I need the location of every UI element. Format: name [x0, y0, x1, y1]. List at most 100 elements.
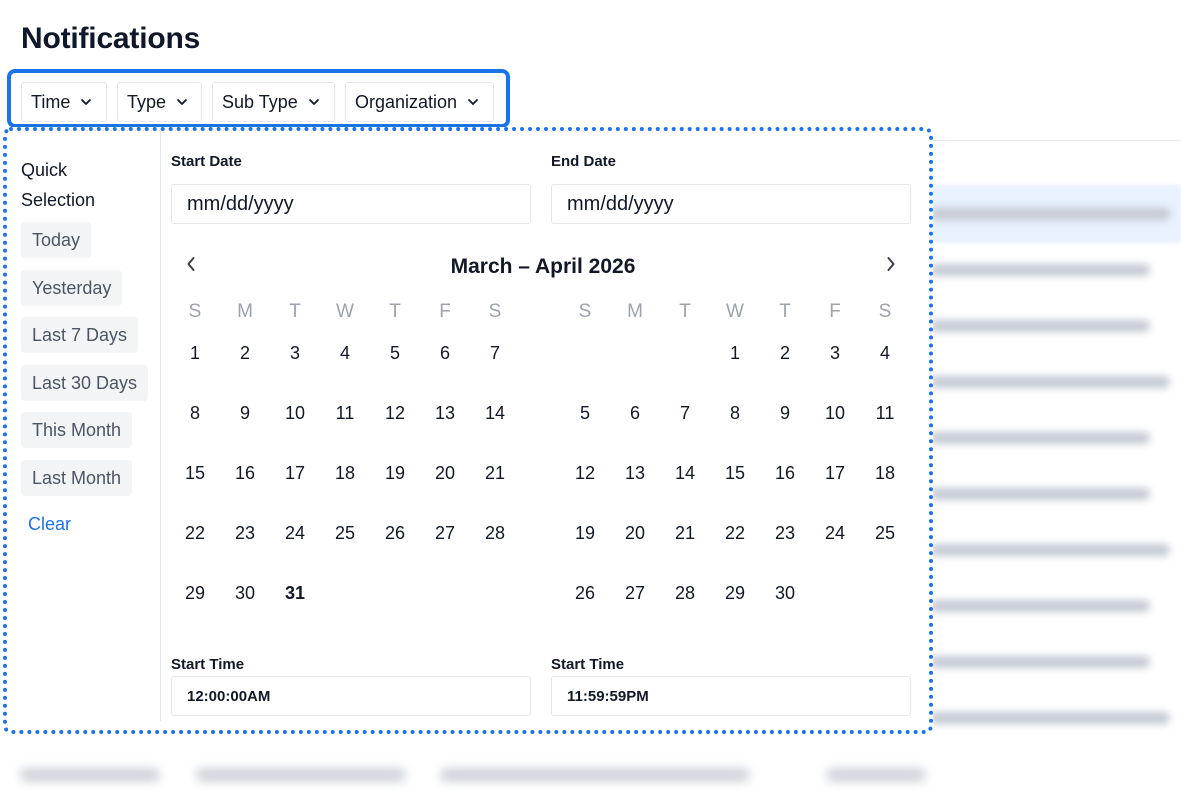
calendar-day[interactable]: 20 — [420, 463, 470, 484]
end-time-input[interactable]: 11:59:59PM — [551, 676, 911, 716]
calendar-day[interactable]: 5 — [370, 343, 420, 364]
calendar-day[interactable]: 5 — [560, 403, 610, 424]
quick-last-30-days-button[interactable]: Last 30 Days — [21, 365, 149, 401]
clear-link[interactable]: Clear — [28, 514, 71, 535]
calendar-day[interactable]: 27 — [610, 583, 660, 604]
calendar-day[interactable]: 21 — [470, 463, 520, 484]
weekday-header: T — [779, 301, 791, 322]
calendar-day[interactable]: 15 — [710, 463, 760, 484]
calendar-day[interactable]: 13 — [420, 403, 470, 424]
calendar-day[interactable]: 14 — [470, 403, 520, 424]
calendar-day[interactable]: 8 — [170, 403, 220, 424]
chevron-down-icon — [467, 98, 479, 106]
calendar-day[interactable]: 22 — [710, 523, 760, 544]
filter-type-button[interactable]: Type — [117, 82, 202, 122]
calendar-day[interactable]: 9 — [760, 403, 810, 424]
calendar-day[interactable]: 23 — [220, 523, 270, 544]
filter-time-label: Time — [31, 91, 71, 112]
calendar-day[interactable]: 11 — [320, 403, 370, 424]
calendar-day[interactable]: 29 — [170, 583, 220, 604]
end-date-label: End Date — [551, 153, 617, 170]
calendar-day[interactable]: 13 — [610, 463, 660, 484]
calendar-day[interactable]: 23 — [760, 523, 810, 544]
calendar-day[interactable]: 4 — [860, 343, 910, 364]
calendar-day[interactable]: 1 — [710, 343, 760, 364]
calendar-day[interactable]: 16 — [220, 463, 270, 484]
quick-this-month-button[interactable]: This Month — [21, 412, 133, 448]
calendar-day[interactable]: 12 — [370, 403, 420, 424]
calendar-day[interactable]: 15 — [170, 463, 220, 484]
calendar-day[interactable]: 17 — [270, 463, 320, 484]
end-time-label: Start Time — [551, 656, 625, 673]
calendar-day[interactable]: 19 — [370, 463, 420, 484]
weekday-header: S — [578, 301, 592, 322]
calendar-day[interactable]: 26 — [560, 583, 610, 604]
end-date-input[interactable]: mm/dd/yyyy — [551, 184, 911, 224]
calendar-day[interactable]: 4 — [320, 343, 370, 364]
calendar-day[interactable]: 7 — [660, 403, 710, 424]
calendar-day[interactable]: 21 — [660, 523, 710, 544]
calendar-day[interactable]: 19 — [560, 523, 610, 544]
background-bottom-row — [0, 740, 935, 812]
weekday-header: S — [488, 301, 502, 322]
calendar-day[interactable]: 30 — [760, 583, 810, 604]
calendar-day[interactable]: 6 — [610, 403, 660, 424]
calendar-day[interactable]: 18 — [860, 463, 910, 484]
calendar-day[interactable]: 7 — [470, 343, 520, 364]
quick-yesterday-button[interactable]: Yesterday — [21, 270, 123, 306]
calendar-day[interactable]: 31 — [270, 583, 320, 604]
calendar-day[interactable]: 30 — [220, 583, 270, 604]
quick-today-button[interactable]: Today — [21, 222, 92, 258]
page-title: Notifications — [21, 22, 201, 55]
quick-selection-panel: Quick Selection Today Yesterday Last 7 D… — [7, 131, 161, 721]
chevron-right-icon[interactable] — [879, 252, 903, 276]
calendar-day[interactable]: 25 — [860, 523, 910, 544]
calendar-day[interactable]: 17 — [810, 463, 860, 484]
date-range-popover: Quick Selection Today Yesterday Last 7 D… — [3, 127, 933, 734]
calendar-day[interactable]: 22 — [170, 523, 220, 544]
calendar-day[interactable]: 2 — [220, 343, 270, 364]
filter-subtype-button[interactable]: Sub Type — [212, 82, 335, 122]
calendar-day[interactable]: 29 — [710, 583, 760, 604]
calendar-day[interactable]: 10 — [270, 403, 320, 424]
filter-organization-label: Organization — [355, 91, 458, 112]
calendar-month-title: March – April 2026 — [450, 255, 636, 278]
quick-last-7-days-button[interactable]: Last 7 Days — [21, 317, 139, 353]
chevron-down-icon — [80, 98, 92, 106]
calendar-day[interactable]: 28 — [470, 523, 520, 544]
weekday-header: S — [878, 301, 892, 322]
calendar-day[interactable]: 26 — [370, 523, 420, 544]
quick-last-month-button[interactable]: Last Month — [21, 460, 133, 496]
calendar-day[interactable]: 24 — [810, 523, 860, 544]
calendar-day[interactable]: 27 — [420, 523, 470, 544]
calendar-day[interactable]: 28 — [660, 583, 710, 604]
chevron-down-icon — [176, 98, 188, 106]
weekday-header: S — [188, 301, 202, 322]
weekday-header: F — [439, 301, 451, 322]
calendar-day[interactable]: 20 — [610, 523, 660, 544]
weekday-header: W — [336, 301, 354, 322]
calendar-day[interactable]: 24 — [270, 523, 320, 544]
calendar-day[interactable]: 25 — [320, 523, 370, 544]
start-date-input[interactable]: mm/dd/yyyy — [171, 184, 531, 224]
calendar-day[interactable]: 2 — [760, 343, 810, 364]
quick-selection-title: Quick Selection — [21, 160, 96, 210]
calendar-day[interactable]: 16 — [760, 463, 810, 484]
calendar-day[interactable]: 12 — [560, 463, 610, 484]
calendar-day[interactable]: 6 — [420, 343, 470, 364]
calendar-day[interactable]: 3 — [810, 343, 860, 364]
filter-organization-button[interactable]: Organization — [345, 82, 494, 122]
calendar-day[interactable]: 8 — [710, 403, 760, 424]
filter-bar: Time Type Sub Type Organization — [7, 69, 510, 128]
background-table-divider — [920, 140, 1181, 141]
calendar-day[interactable]: 10 — [810, 403, 860, 424]
calendar-day[interactable]: 14 — [660, 463, 710, 484]
calendar-day[interactable]: 18 — [320, 463, 370, 484]
start-time-input[interactable]: 12:00:00AM — [171, 676, 531, 716]
weekday-header: F — [829, 301, 841, 322]
calendar-day[interactable]: 1 — [170, 343, 220, 364]
calendar-day[interactable]: 11 — [860, 403, 910, 424]
calendar-day[interactable]: 3 — [270, 343, 320, 364]
calendar-day[interactable]: 9 — [220, 403, 270, 424]
filter-time-button[interactable]: Time — [21, 82, 107, 122]
